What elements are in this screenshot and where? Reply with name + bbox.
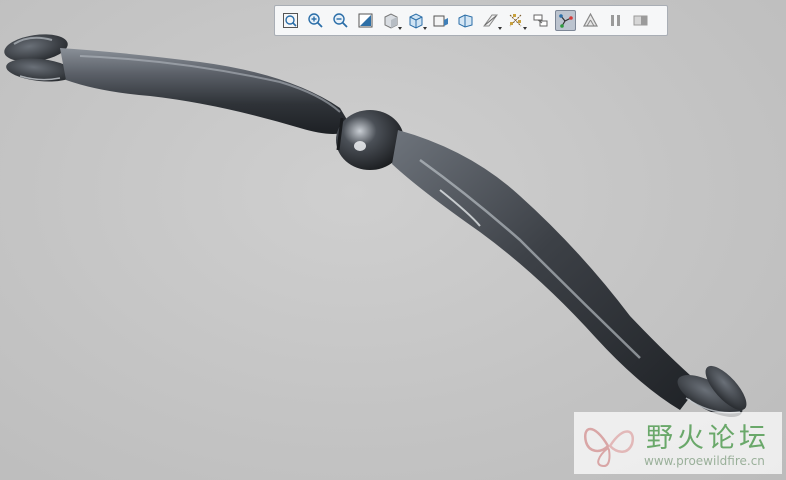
spin-center-button[interactable] [555, 10, 576, 31]
pause-button[interactable] [605, 10, 626, 31]
display-style-dropdown-icon [398, 27, 402, 30]
handle-model[interactable] [0, 0, 786, 480]
butterfly-logo-icon [583, 427, 635, 468]
appearance-icon [633, 15, 648, 26]
left-arm [60, 48, 352, 134]
perspective-view-button[interactable] [455, 10, 476, 31]
saved-orientations-button[interactable] [405, 10, 427, 31]
repaint-button[interactable] [355, 10, 376, 31]
saved-orientations-icon [409, 13, 423, 29]
zoom-out-icon [333, 13, 348, 28]
saved-orientations-dropdown-icon [423, 27, 427, 30]
section-button[interactable] [480, 10, 502, 31]
section-icon [483, 14, 498, 27]
repaint-icon [358, 13, 373, 28]
display-style-icon [384, 13, 398, 29]
forum-watermark: 野火论坛 www.proewildfire.cn [574, 412, 782, 474]
appearance-button[interactable] [630, 10, 651, 31]
datum-display-dropdown-icon [523, 27, 527, 30]
annotation-display-icon [533, 14, 548, 27]
graphics-window[interactable]: 野火论坛 www.proewildfire.cn [0, 0, 786, 480]
mesh-triangles-icon [582, 12, 599, 27]
mesh-triangles-button[interactable] [580, 10, 601, 31]
annotation-display-button[interactable] [530, 10, 551, 31]
datum-display-icon [509, 14, 522, 27]
datum-display-button[interactable] [505, 10, 527, 31]
view-manager-button[interactable] [430, 10, 451, 31]
view-toolbar [274, 5, 668, 36]
section-dropdown-icon [498, 27, 502, 30]
spin-center-icon [559, 14, 573, 28]
watermark-url: www.proewildfire.cn [644, 454, 765, 468]
refit-icon [283, 13, 298, 28]
zoom-out-button[interactable] [330, 10, 351, 31]
pause-icon [611, 15, 620, 26]
zoom-in-icon [308, 13, 323, 28]
view-manager-icon [433, 15, 448, 27]
watermark-title: 野火论坛 [646, 423, 770, 454]
zoom-in-button[interactable] [305, 10, 326, 31]
perspective-view-icon [458, 14, 473, 28]
refit-button[interactable] [280, 10, 301, 31]
display-style-button[interactable] [380, 10, 402, 31]
